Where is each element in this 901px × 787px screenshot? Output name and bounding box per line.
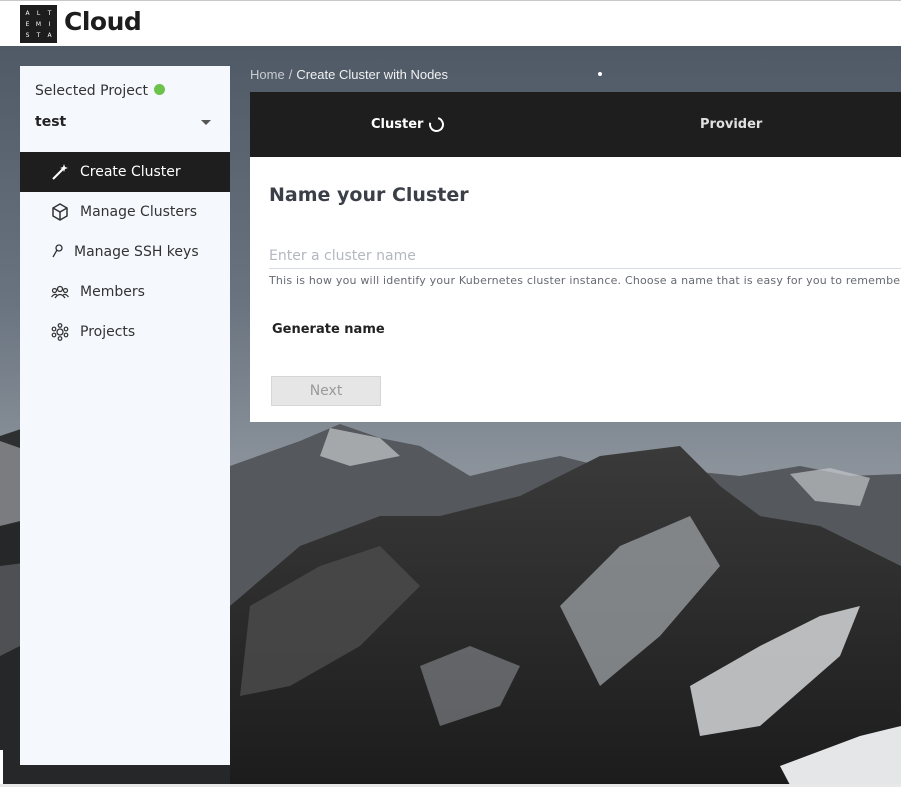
cluster-name-input[interactable] xyxy=(269,243,901,269)
step-label: Cluster xyxy=(371,117,424,132)
members-icon xyxy=(50,282,70,302)
sidebar-item-manage-ssh-keys[interactable]: Manage SSH keys xyxy=(20,232,230,272)
projects-icon xyxy=(50,322,70,342)
sidebar-item-label: Manage Clusters xyxy=(80,204,198,220)
key-icon xyxy=(50,242,64,262)
sidebar-item-create-cluster[interactable]: Create Cluster xyxy=(20,152,230,192)
logo-letter: A xyxy=(47,32,52,39)
sidebar-item-label: Projects xyxy=(80,324,136,340)
logo-letter: M xyxy=(35,21,42,28)
sidebar-item-manage-clusters[interactable]: Manage Clusters xyxy=(20,192,230,232)
project-status-dot xyxy=(154,84,166,95)
step-cluster[interactable]: Cluster xyxy=(371,92,448,157)
sidebar-item-label: Create Cluster xyxy=(80,164,181,180)
breadcrumb-home-link[interactable]: Home xyxy=(250,67,285,82)
panel-title: Name your Cluster xyxy=(269,184,469,206)
step-label: Provider xyxy=(700,117,763,132)
breadcrumb-current: Create Cluster with Nodes xyxy=(296,67,449,82)
top-bar: A L T E M I S T A Cloud xyxy=(0,0,901,46)
selected-project-text: Selected Project xyxy=(35,83,149,99)
cluster-name-panel: Name your Cluster This is how you will i… xyxy=(250,157,901,422)
logo-wordmark[interactable]: Cloud xyxy=(64,7,142,36)
logo-letter: E xyxy=(25,21,30,28)
logo-letter: A xyxy=(25,10,30,17)
step-provider[interactable]: Provider xyxy=(700,92,762,157)
next-button[interactable]: Next xyxy=(271,376,381,406)
wizard-stepper: Cluster Provider xyxy=(250,92,901,157)
cluster-name-hint: This is how you will identify your Kuber… xyxy=(269,274,901,287)
cube-icon xyxy=(50,202,70,222)
sidebar-item-members[interactable]: Members xyxy=(20,272,230,312)
sidebar-item-label: Manage SSH keys xyxy=(74,244,199,260)
logo-letter: T xyxy=(47,10,52,17)
logo-mark[interactable]: A L T E M I S T A xyxy=(20,5,57,43)
scroll-edge xyxy=(0,750,3,784)
magic-wand-icon xyxy=(50,162,70,182)
sidebar-item-projects[interactable]: Projects xyxy=(20,312,230,352)
logo-letter: T xyxy=(36,32,41,39)
chevron-down-icon[interactable] xyxy=(201,120,211,125)
logo-letter: I xyxy=(48,21,51,28)
sidebar: Selected Project test Create Cluster Man… xyxy=(20,66,230,765)
generate-name-button[interactable]: Generate name xyxy=(272,322,385,337)
breadcrumb-separator: / xyxy=(288,67,293,82)
project-selector[interactable]: test xyxy=(35,114,66,130)
sidebar-nav: Create Cluster Manage Clusters Manage SS… xyxy=(20,152,230,352)
logo-letter: S xyxy=(25,32,30,39)
loading-spinner-icon xyxy=(426,114,448,135)
logo-letter: L xyxy=(36,10,41,17)
breadcrumb: Home / Create Cluster with Nodes xyxy=(250,67,448,82)
sidebar-item-label: Members xyxy=(80,284,145,300)
selected-project-label: Selected Project xyxy=(35,83,166,99)
